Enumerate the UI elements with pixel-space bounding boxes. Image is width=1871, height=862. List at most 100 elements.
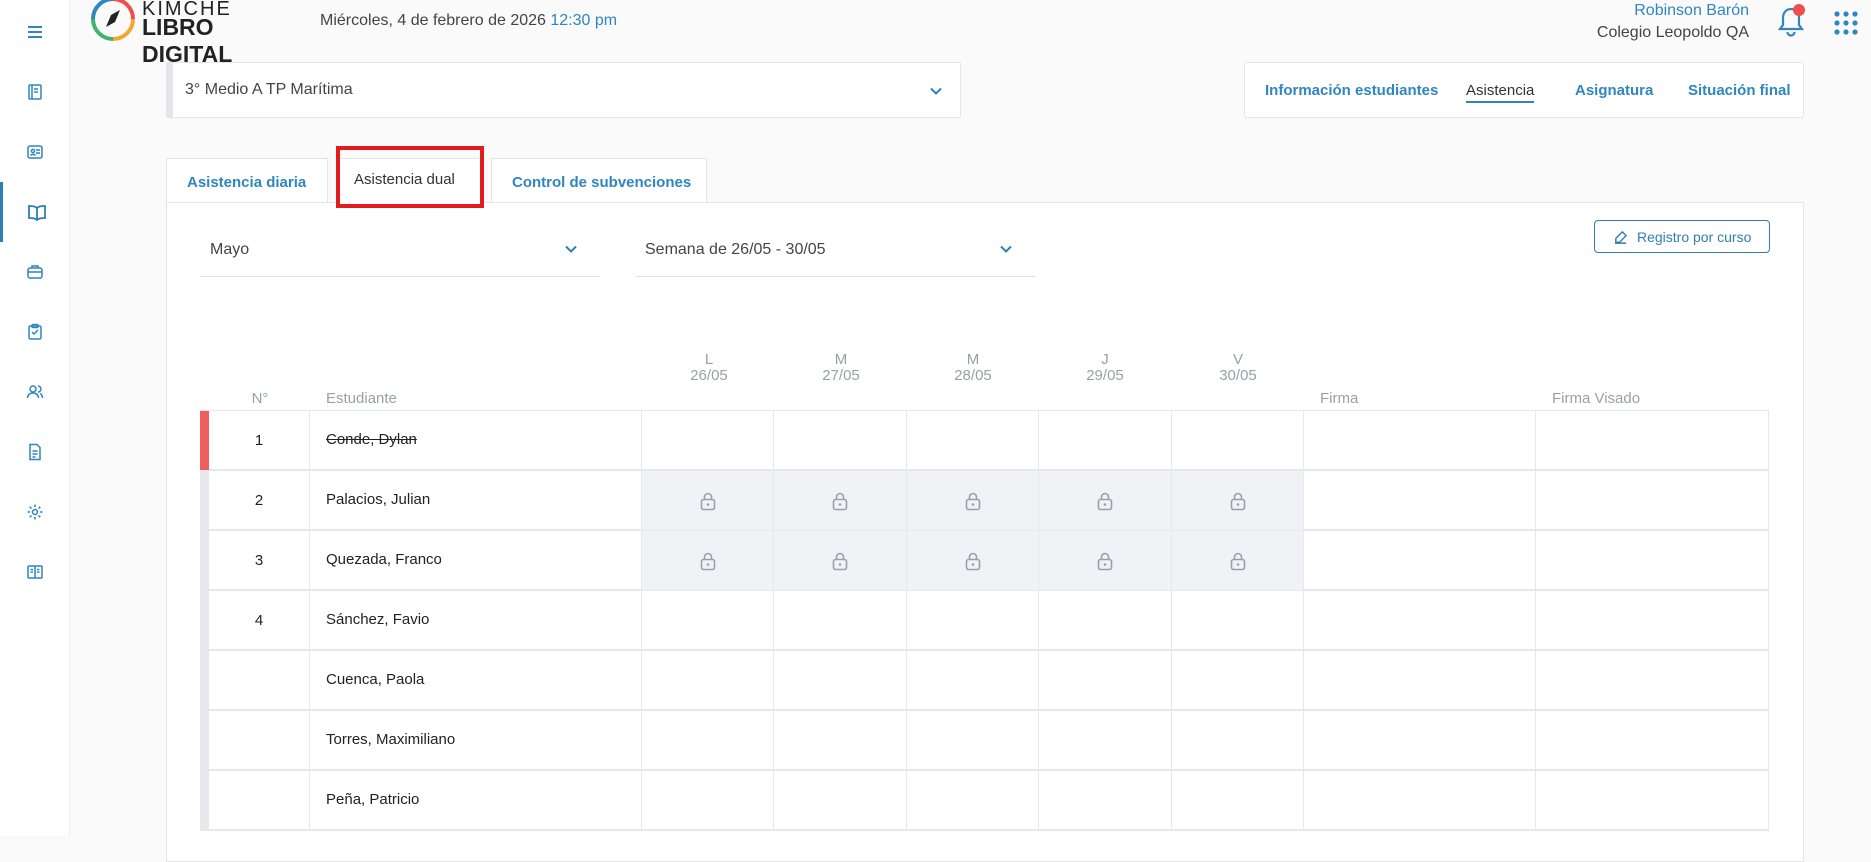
nav-informacion-estudiantes[interactable]: Información estudiantes xyxy=(1265,82,1438,99)
row-indicator xyxy=(200,711,209,771)
edit-icon xyxy=(1614,230,1628,244)
app-logo[interactable]: KIMCHE LIBRO DIGITAL xyxy=(90,0,290,67)
nav-situacion-final[interactable]: Situación final xyxy=(1688,82,1791,99)
attendance-cell[interactable] xyxy=(641,771,773,830)
attendance-cell[interactable] xyxy=(773,591,906,650)
attendance-cell[interactable] xyxy=(906,411,1038,470)
student-name: Sánchez, Favio xyxy=(326,611,430,628)
nav-asignatura[interactable]: Asignatura xyxy=(1575,82,1653,99)
day-date: 27/05 xyxy=(822,367,860,384)
firma-cell[interactable] xyxy=(1303,651,1535,710)
attendance-cell[interactable] xyxy=(906,711,1038,770)
document-icon[interactable] xyxy=(0,422,70,482)
firma-cell[interactable] xyxy=(1303,471,1535,530)
attendance-cell[interactable] xyxy=(1038,411,1171,470)
day-letter: J xyxy=(1101,351,1109,368)
student-name-cell: Torres, Maximiliano xyxy=(309,711,641,770)
month-select[interactable]: Mayo xyxy=(200,232,600,277)
student-name-cell: Cuenca, Paola xyxy=(309,651,641,710)
day-date: 30/05 xyxy=(1219,367,1257,384)
student-name-cell: Conde, Dylan xyxy=(309,411,641,470)
student-name: Peña, Patricio xyxy=(326,791,420,808)
attendance-cell[interactable] xyxy=(1038,711,1171,770)
attendance-cell[interactable] xyxy=(773,771,906,830)
firma-visado-cell[interactable] xyxy=(1535,411,1769,470)
attendance-cell[interactable] xyxy=(1171,651,1303,710)
firma-cell[interactable] xyxy=(1303,531,1535,590)
attendance-cell[interactable] xyxy=(1038,591,1171,650)
firma-cell[interactable] xyxy=(1303,771,1535,830)
tab-label: Control de subvenciones xyxy=(512,174,692,191)
row-indicator xyxy=(200,471,209,531)
day-header: M 27/05 xyxy=(797,352,885,384)
tab-control-subvenciones[interactable]: Control de subvenciones xyxy=(491,158,707,204)
col-num-header: N° xyxy=(251,390,269,407)
firma-visado-cell[interactable] xyxy=(1535,471,1769,530)
table-row: Peña, Patricio xyxy=(200,770,1769,831)
day-letter: V xyxy=(1232,351,1243,368)
attendance-cell xyxy=(641,531,773,590)
firma-cell[interactable] xyxy=(1303,411,1535,470)
registro-por-curso-label: Registro por curso xyxy=(1637,229,1752,245)
briefcase-icon[interactable] xyxy=(0,242,70,302)
top-bar: KIMCHE LIBRO DIGITAL Miércoles, 4 de feb… xyxy=(70,0,1871,67)
student-name: Palacios, Julian xyxy=(326,491,431,508)
day-date: 28/05 xyxy=(954,367,992,384)
attendance-cell[interactable] xyxy=(773,711,906,770)
apps-grid-button[interactable] xyxy=(1833,10,1859,36)
firma-visado-cell[interactable] xyxy=(1535,531,1769,590)
firma-cell[interactable] xyxy=(1303,711,1535,770)
chevron-down-icon xyxy=(565,245,577,253)
attendance-cell[interactable] xyxy=(773,651,906,710)
nav-asistencia[interactable]: Asistencia xyxy=(1466,82,1535,103)
tab-label: Asistencia diaria xyxy=(187,174,307,191)
row-indicator xyxy=(200,771,209,831)
tab-asistencia-diaria[interactable]: Asistencia diaria xyxy=(166,158,328,204)
book-open-icon[interactable] xyxy=(0,182,70,242)
attendance-cell xyxy=(1038,471,1171,530)
grid-icon xyxy=(1834,11,1858,35)
attendance-cell[interactable] xyxy=(641,651,773,710)
time-text: 12:30 pm xyxy=(550,12,618,29)
week-select[interactable]: Semana de 26/05 - 30/05 xyxy=(635,232,1035,277)
row-number xyxy=(209,651,309,710)
notebook-icon[interactable] xyxy=(0,62,70,122)
book-icon[interactable] xyxy=(0,542,70,602)
attendance-cell[interactable] xyxy=(773,411,906,470)
gear-icon[interactable] xyxy=(0,482,70,542)
firma-visado-cell[interactable] xyxy=(1535,771,1769,830)
firma-visado-cell[interactable] xyxy=(1535,711,1769,770)
users-icon[interactable] xyxy=(0,362,70,422)
lock-icon xyxy=(699,491,717,511)
attendance-cell[interactable] xyxy=(1171,411,1303,470)
day-header: L 26/05 xyxy=(665,352,753,384)
student-name: Quezada, Franco xyxy=(326,551,442,568)
attendance-cell[interactable] xyxy=(641,411,773,470)
attendance-cell[interactable] xyxy=(641,711,773,770)
attendance-cell[interactable] xyxy=(1171,771,1303,830)
attendance-cell xyxy=(906,471,1038,530)
registro-por-curso-button[interactable]: Registro por curso xyxy=(1594,220,1770,253)
day-header: M 28/05 xyxy=(929,352,1017,384)
attendance-cell[interactable] xyxy=(906,651,1038,710)
course-select[interactable]: 3° Medio A TP Marítima xyxy=(166,62,961,118)
notifications-button[interactable] xyxy=(1775,4,1807,40)
attendance-cell[interactable] xyxy=(906,771,1038,830)
attendance-cell[interactable] xyxy=(1038,771,1171,830)
attendance-cell[interactable] xyxy=(1171,711,1303,770)
firma-visado-cell[interactable] xyxy=(1535,591,1769,650)
row-number xyxy=(209,771,309,830)
attendance-cell[interactable] xyxy=(1171,591,1303,650)
attendance-cell[interactable] xyxy=(906,591,1038,650)
attendance-cell xyxy=(1171,531,1303,590)
user-info[interactable]: Robinson Barón Colegio Leopoldo QA xyxy=(1597,0,1749,44)
table-row: Torres, Maximiliano xyxy=(200,710,1769,771)
attendance-cell[interactable] xyxy=(641,591,773,650)
menu-icon[interactable] xyxy=(0,2,70,62)
attendance-cell[interactable] xyxy=(1038,651,1171,710)
firma-cell[interactable] xyxy=(1303,591,1535,650)
clipboard-icon[interactable] xyxy=(0,302,70,362)
user-name[interactable]: Robinson Barón xyxy=(1597,0,1749,21)
id-card-icon[interactable] xyxy=(0,122,70,182)
firma-visado-cell[interactable] xyxy=(1535,651,1769,710)
